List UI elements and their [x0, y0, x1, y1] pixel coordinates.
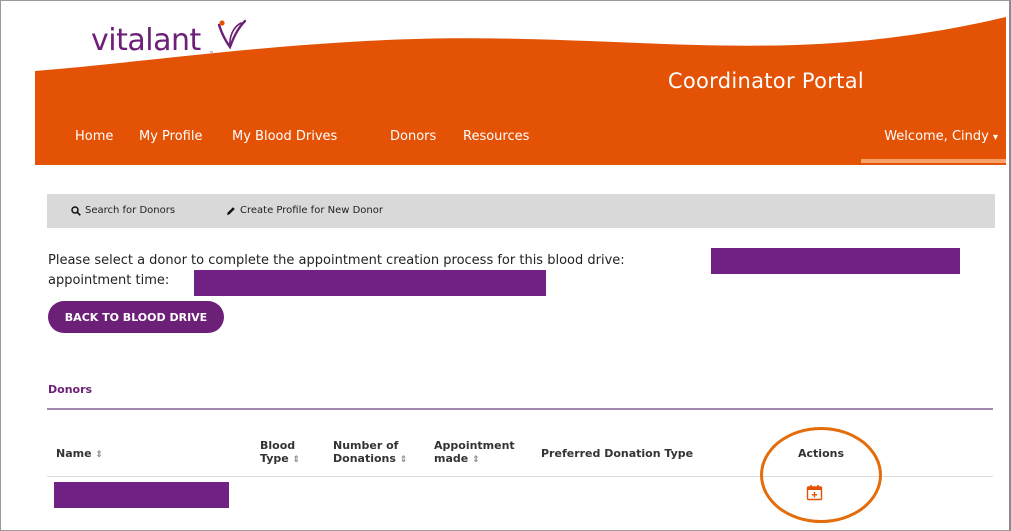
donors-section-title: Donors: [48, 383, 93, 396]
sort-icon: ⇕: [95, 450, 103, 460]
create-donor-profile-button[interactable]: Create Profile for New Donor: [226, 205, 383, 216]
column-header-name[interactable]: Name ⇕: [56, 447, 103, 462]
instruction-line-1: Please select a donor to complete the ap…: [48, 253, 625, 268]
welcome-user-menu[interactable]: Welcome, Cindy ▾: [884, 129, 998, 144]
column-header-appointment-line-1: Appointment: [434, 439, 515, 452]
calendar-add-icon[interactable]: [806, 484, 823, 501]
nav-home[interactable]: Home: [75, 129, 113, 144]
column-header-appointment-made[interactable]: Appointment made ⇕: [434, 439, 515, 467]
vitalant-logo-mark-icon: [217, 19, 247, 50]
column-header-preferred-donation-type: Preferred Donation Type: [541, 447, 694, 460]
site-header: vitalant ™ Coordinator Portal Home My Pr…: [35, 3, 1006, 165]
actions-highlight-circle: [760, 427, 882, 523]
nav-my-profile[interactable]: My Profile: [139, 129, 202, 144]
column-header-blood-type[interactable]: Blood Type ⇕: [260, 439, 300, 467]
pencil-icon: [227, 206, 235, 215]
column-header-blood-type-line-1: Blood: [260, 439, 296, 452]
welcome-label: Welcome, Cindy: [884, 129, 989, 144]
table-row[interactable]: [54, 482, 229, 508]
search-donors-label: Search for Donors: [85, 205, 176, 216]
column-header-number-of-donations[interactable]: Number of Donations ⇕: [333, 439, 407, 467]
create-donor-profile-label: Create Profile for New Donor: [240, 205, 383, 216]
section-divider: [47, 408, 993, 410]
search-icon: [71, 205, 81, 216]
vitalant-logo[interactable]: vitalant: [91, 23, 201, 58]
sort-icon: ⇕: [472, 455, 480, 465]
search-donors-button[interactable]: Search for Donors: [71, 205, 175, 216]
column-header-name-label: Name: [56, 447, 92, 460]
redacted-blood-drive: [711, 248, 960, 274]
column-header-donations-line-2: Donations: [333, 452, 396, 465]
back-to-blood-drive-button[interactable]: BACK TO BLOOD DRIVE: [48, 301, 224, 333]
portal-title: Coordinator Portal: [667, 69, 864, 93]
column-header-blood-type-line-2: Type: [260, 452, 289, 465]
nav-resources[interactable]: Resources: [463, 129, 529, 144]
column-header-appointment-line-2: made: [434, 452, 469, 465]
redacted-appointment-time: [194, 270, 546, 296]
main-nav: Home My Profile My Blood Drives Donors R…: [35, 123, 1006, 163]
donor-toolbar: Search for Donors Create Profile for New…: [47, 194, 995, 228]
nav-donors[interactable]: Donors: [390, 129, 436, 144]
nav-my-blood-drives[interactable]: My Blood Drives: [232, 129, 337, 144]
chevron-down-icon: ▾: [992, 132, 998, 143]
welcome-active-underline: [861, 159, 1006, 163]
sort-icon: ⇕: [292, 455, 301, 465]
sort-icon: ⇕: [399, 455, 408, 465]
column-header-donations-line-1: Number of: [333, 439, 399, 452]
logo-trademark: ™: [209, 51, 214, 57]
